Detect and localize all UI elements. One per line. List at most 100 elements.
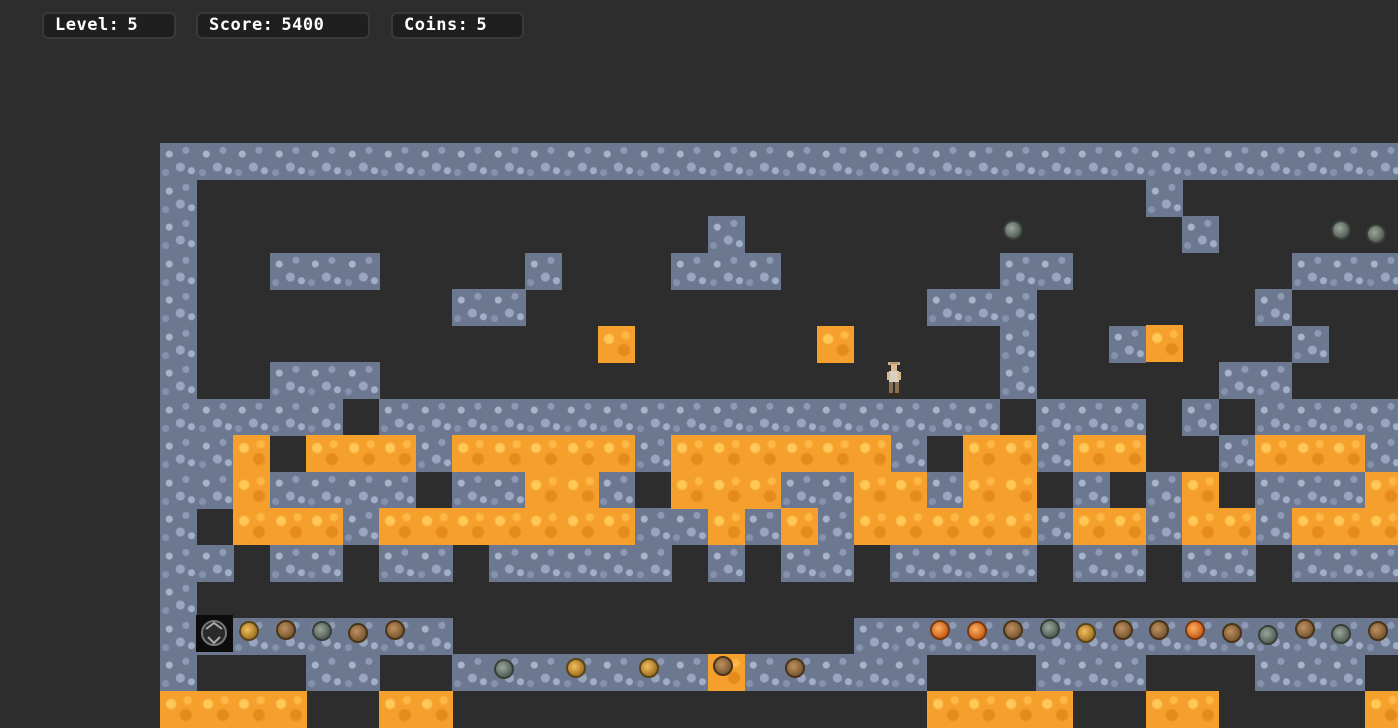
stone-block (1292, 253, 1329, 290)
stone-block (1292, 143, 1329, 180)
lava-block (1182, 691, 1219, 728)
lava-block (1365, 691, 1398, 728)
lava-block (1146, 325, 1183, 362)
stone-block (671, 143, 708, 180)
stone-block (1219, 545, 1256, 582)
stone-block (1365, 545, 1398, 582)
lava-block (416, 508, 453, 545)
stone-block (963, 289, 1000, 326)
stone-block (343, 508, 380, 545)
stone-block (1109, 654, 1146, 691)
lava-block (671, 472, 708, 509)
stone-block (708, 216, 745, 253)
stone-block (416, 143, 453, 180)
lava-block (1328, 508, 1365, 545)
stone-block (781, 143, 818, 180)
stone-block (1146, 508, 1183, 545)
coin-icon (1003, 620, 1023, 640)
stone-block (671, 508, 708, 545)
stone-block (343, 253, 380, 290)
lava-block (817, 326, 854, 363)
stone-block (306, 472, 343, 509)
stone-block (854, 618, 891, 655)
stone-block (1036, 253, 1073, 290)
lava-block (890, 508, 927, 545)
stone-block (379, 399, 416, 436)
stone-block (416, 545, 453, 582)
stone-block (197, 472, 234, 509)
stone-block (1073, 654, 1110, 691)
lava-block (1109, 435, 1146, 472)
coin-icon (1368, 621, 1388, 641)
stone-block (160, 216, 197, 253)
stone-block (1182, 399, 1219, 436)
stone-block (452, 399, 489, 436)
coin-icon (1040, 619, 1060, 639)
stone-block (343, 362, 380, 399)
stone-block (744, 253, 781, 290)
stone-block (890, 143, 927, 180)
stone-block (1109, 545, 1146, 582)
lava-block (963, 435, 1000, 472)
lava-block (452, 435, 489, 472)
stone-block (1292, 545, 1329, 582)
stone-block (598, 399, 635, 436)
stone-block (1255, 472, 1292, 509)
stone-block (890, 545, 927, 582)
stone-block (160, 508, 197, 545)
coin-icon (1149, 620, 1169, 640)
stone-block (160, 545, 197, 582)
stone-block (1292, 326, 1329, 363)
stone-block (1292, 472, 1329, 509)
stone-block (1255, 508, 1292, 545)
stone-block (1182, 216, 1219, 253)
stone-block (306, 654, 343, 691)
stone-block (452, 289, 489, 326)
stone-block (927, 143, 964, 180)
stone-block (635, 508, 672, 545)
stone-block (160, 326, 197, 363)
lava-block (1365, 472, 1398, 509)
coin-icon (1113, 620, 1133, 640)
lava-block (708, 435, 745, 472)
stone-block (452, 654, 489, 691)
lava-block (781, 435, 818, 472)
stone-block (817, 508, 854, 545)
stone-block (197, 143, 234, 180)
stone-block (233, 143, 270, 180)
stone-block (343, 654, 380, 691)
stone-block (1036, 508, 1073, 545)
lava-block (1036, 691, 1073, 728)
stone-block (708, 545, 745, 582)
lava-block (379, 691, 416, 728)
stone-block (1219, 435, 1256, 472)
stone-block (416, 399, 453, 436)
stone-block (1146, 180, 1183, 217)
lava-block (1073, 435, 1110, 472)
stone-block (1073, 472, 1110, 509)
coin-icon (239, 621, 259, 641)
lava-block (708, 472, 745, 509)
stone-block (671, 654, 708, 691)
stone-block (416, 618, 453, 655)
stone-block (1000, 289, 1037, 326)
stone-block (1255, 399, 1292, 436)
stone-block (562, 399, 599, 436)
coin-icon (1331, 220, 1351, 240)
stone-block (306, 143, 343, 180)
stone-block (927, 472, 964, 509)
coin-icon (1076, 623, 1096, 643)
stone-block (781, 472, 818, 509)
stone-block (635, 435, 672, 472)
stone-block (635, 399, 672, 436)
stone-block (1109, 143, 1146, 180)
stone-block (160, 618, 197, 655)
lava-block (927, 508, 964, 545)
lava-block (270, 508, 307, 545)
coin-icon (639, 658, 659, 678)
stone-block (270, 362, 307, 399)
stone-block (343, 143, 380, 180)
lava-block (525, 508, 562, 545)
stone-block (1292, 399, 1329, 436)
lava-block (1000, 691, 1037, 728)
